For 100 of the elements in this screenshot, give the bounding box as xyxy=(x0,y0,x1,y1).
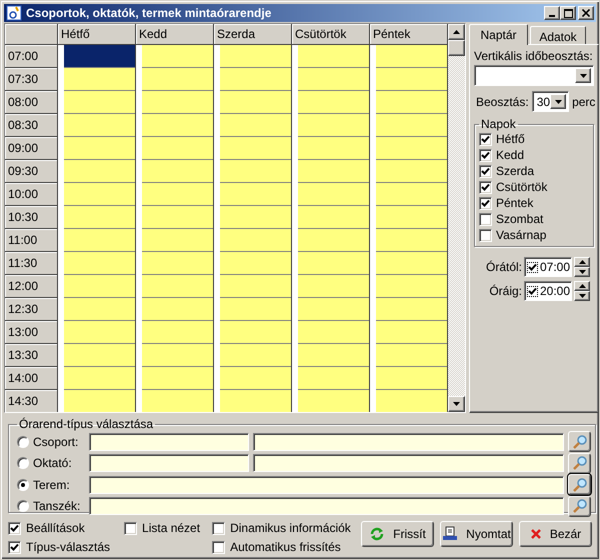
checkbox[interactable] xyxy=(212,522,226,534)
scroll-thumb[interactable] xyxy=(448,40,465,56)
search-button[interactable] xyxy=(568,431,591,452)
time-slot[interactable] xyxy=(64,68,135,91)
time-slot[interactable] xyxy=(220,160,291,183)
time-slot[interactable] xyxy=(142,252,213,275)
time-slot[interactable] xyxy=(220,321,291,344)
time-slot[interactable] xyxy=(64,344,135,367)
time-field[interactable]: 20:00 xyxy=(524,281,572,301)
time-slot[interactable] xyxy=(298,137,369,160)
time-slot[interactable] xyxy=(142,229,213,252)
time-slot[interactable] xyxy=(142,344,213,367)
radio-button[interactable] xyxy=(17,500,29,512)
search-button[interactable] xyxy=(568,452,591,474)
time-slot[interactable] xyxy=(376,160,447,183)
print-button[interactable]: Nyomtat xyxy=(440,521,513,547)
checkbox[interactable] xyxy=(479,132,492,146)
input-field[interactable] xyxy=(89,432,249,450)
time-slot[interactable] xyxy=(64,114,135,137)
time-slot[interactable] xyxy=(298,344,369,367)
time-slot[interactable] xyxy=(298,252,369,275)
time-slot[interactable] xyxy=(376,252,447,275)
checkbox[interactable] xyxy=(479,148,492,162)
time-slot[interactable] xyxy=(64,275,135,298)
checkbox[interactable] xyxy=(479,196,492,210)
checkbox[interactable] xyxy=(8,522,21,534)
time-slot[interactable] xyxy=(220,91,291,114)
time-slot[interactable] xyxy=(220,229,291,252)
interval-dropdown[interactable]: 30 xyxy=(532,91,570,112)
time-slot[interactable] xyxy=(376,68,447,91)
spin-button[interactable] xyxy=(574,257,590,277)
input-field[interactable] xyxy=(89,476,564,494)
checkbox[interactable] xyxy=(479,164,492,178)
time-slot[interactable] xyxy=(376,45,447,68)
time-slot[interactable] xyxy=(142,114,213,137)
checkbox[interactable] xyxy=(479,228,492,242)
time-slot[interactable] xyxy=(220,137,291,160)
time-slot[interactable] xyxy=(376,114,447,137)
scroll-down-button[interactable] xyxy=(448,396,465,412)
time-slot[interactable] xyxy=(376,344,447,367)
time-slot[interactable] xyxy=(376,137,447,160)
time-slot[interactable] xyxy=(220,68,291,91)
checkbox[interactable] xyxy=(527,286,538,296)
time-slot[interactable] xyxy=(142,275,213,298)
time-slot[interactable] xyxy=(142,298,213,321)
minimize-button[interactable] xyxy=(544,6,560,20)
search-button[interactable] xyxy=(568,474,591,495)
radio-button[interactable] xyxy=(17,457,29,469)
scroll-up-button[interactable] xyxy=(448,24,465,40)
checkbox[interactable] xyxy=(479,180,492,194)
time-slot[interactable] xyxy=(298,321,369,344)
time-slot[interactable] xyxy=(376,183,447,206)
input-field[interactable] xyxy=(89,497,564,515)
time-slot[interactable] xyxy=(64,45,135,68)
radio-button[interactable] xyxy=(17,478,29,490)
input-field[interactable] xyxy=(253,432,564,450)
time-slot[interactable] xyxy=(298,298,369,321)
checkbox[interactable] xyxy=(527,262,538,272)
time-slot[interactable] xyxy=(376,206,447,229)
time-slot[interactable] xyxy=(64,367,135,390)
checkbox[interactable] xyxy=(8,540,21,554)
time-slot[interactable] xyxy=(142,45,213,68)
time-slot[interactable] xyxy=(142,367,213,390)
tab[interactable]: Naptár xyxy=(469,24,528,45)
time-slot[interactable] xyxy=(64,183,135,206)
time-field[interactable]: 07:00 xyxy=(524,257,572,277)
time-slot[interactable] xyxy=(220,45,291,68)
time-slot[interactable] xyxy=(220,344,291,367)
time-slot[interactable] xyxy=(298,206,369,229)
time-slot[interactable] xyxy=(298,160,369,183)
refresh-button[interactable]: Frissít xyxy=(361,521,434,547)
time-slot[interactable] xyxy=(376,275,447,298)
time-slot[interactable] xyxy=(64,252,135,275)
time-slot[interactable] xyxy=(64,137,135,160)
time-slot[interactable] xyxy=(298,68,369,91)
time-slot[interactable] xyxy=(64,91,135,114)
checkbox[interactable] xyxy=(479,212,492,226)
time-slot[interactable] xyxy=(142,321,213,344)
time-slot[interactable] xyxy=(376,321,447,344)
dropdown[interactable] xyxy=(474,65,594,86)
time-slot[interactable] xyxy=(376,91,447,114)
time-slot[interactable] xyxy=(142,68,213,91)
time-slot[interactable] xyxy=(376,229,447,252)
time-slot[interactable] xyxy=(142,137,213,160)
time-slot[interactable] xyxy=(142,91,213,114)
time-slot[interactable] xyxy=(64,321,135,344)
radio-button[interactable] xyxy=(17,436,29,448)
time-slot[interactable] xyxy=(64,298,135,321)
time-slot[interactable] xyxy=(220,183,291,206)
scrollbar[interactable] xyxy=(448,24,465,412)
time-slot[interactable] xyxy=(64,206,135,229)
time-slot[interactable] xyxy=(64,160,135,183)
time-slot[interactable] xyxy=(64,229,135,252)
time-slot[interactable] xyxy=(220,298,291,321)
input-field[interactable] xyxy=(89,454,249,472)
time-slot[interactable] xyxy=(220,252,291,275)
time-slot[interactable] xyxy=(298,183,369,206)
time-slot[interactable] xyxy=(142,206,213,229)
time-slot[interactable] xyxy=(220,114,291,137)
close-button[interactable]: Bezár xyxy=(519,521,592,547)
